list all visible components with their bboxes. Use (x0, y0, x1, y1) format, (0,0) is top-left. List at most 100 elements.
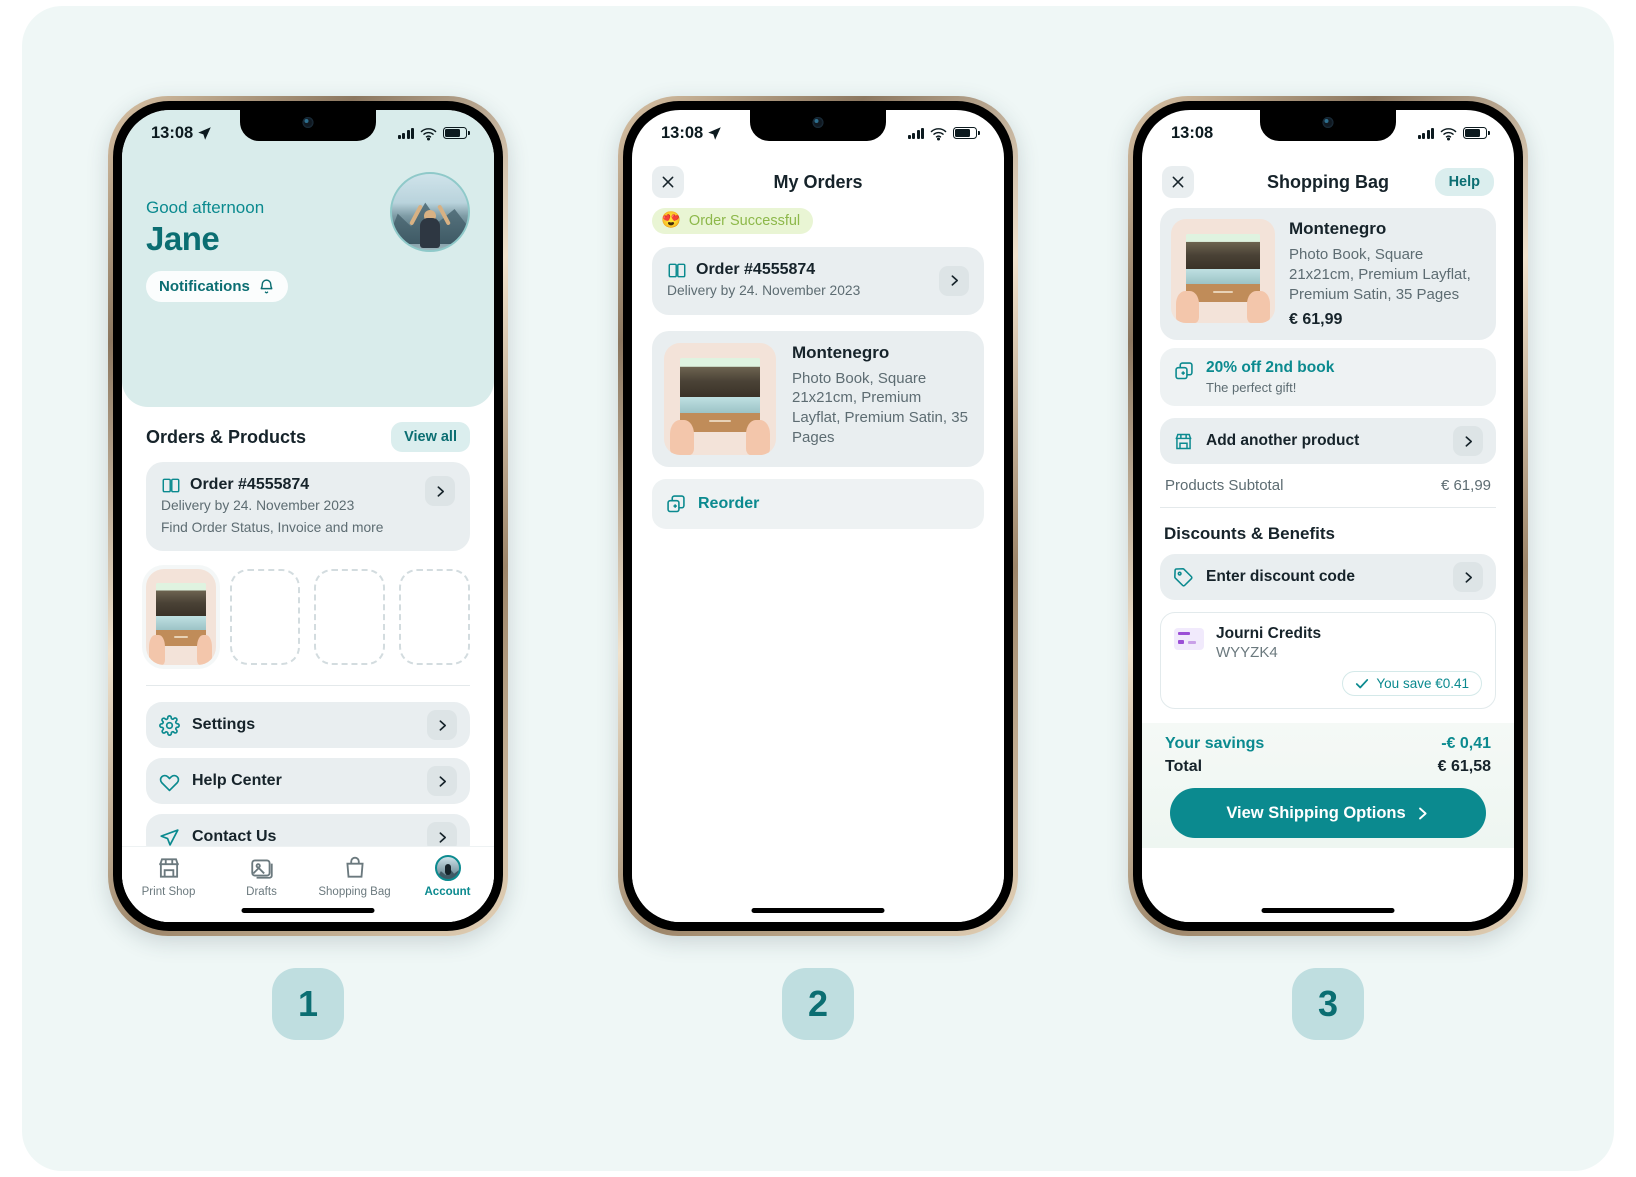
menu-item-settings[interactable]: Settings (146, 702, 470, 749)
chevron-right-icon[interactable] (1453, 426, 1483, 457)
promo-text: 20% off 2nd book The perfect gift! (1206, 359, 1334, 395)
total-label: Total (1165, 758, 1203, 776)
photo-book-thumbnail[interactable] (146, 569, 216, 666)
book-icon (162, 478, 180, 492)
bag-product-card[interactable]: Montenegro Photo Book, Square 21x21cm, P… (1160, 208, 1496, 341)
help-button[interactable]: Help (1434, 168, 1494, 196)
battery-icon (443, 127, 470, 139)
chevron-right-icon[interactable] (939, 265, 969, 296)
close-icon (662, 176, 674, 188)
check-icon (1356, 678, 1369, 689)
notch (750, 110, 886, 141)
promo-banner[interactable]: 20% off 2nd book The perfect gift! (1160, 348, 1496, 407)
orders-section-header: Orders & Products View all (122, 407, 494, 462)
hands-graphic (146, 627, 216, 666)
reorder-button[interactable]: Reorder (652, 478, 984, 529)
status-badge: 😍 Order Successful (652, 208, 814, 234)
wifi-icon (420, 127, 437, 141)
tab-print-shop[interactable]: Print Shop (122, 855, 215, 898)
chevron-right-icon[interactable] (1453, 562, 1483, 593)
wifi-icon (930, 127, 947, 141)
order-number: Order #4555874 (696, 261, 816, 278)
cover-photo-top (155, 582, 206, 616)
chevron-right-icon[interactable] (427, 766, 457, 797)
enter-discount-code-row[interactable]: Enter discount code (1160, 554, 1496, 601)
menu-item-help-center[interactable]: Help Center (146, 758, 470, 805)
promo-title: 20% off 2nd book (1206, 359, 1335, 377)
product-name: Montenegro (1289, 219, 1387, 238)
view-all-button[interactable]: View all (391, 422, 470, 452)
empty-slot[interactable] (399, 569, 471, 666)
status-right (1417, 126, 1490, 141)
notifications-button[interactable]: Notifications (146, 271, 288, 302)
chevron-right-icon (1418, 807, 1427, 820)
product-text: Montenegro Photo Book, Square 21x21cm, P… (792, 343, 972, 448)
book-icon (668, 263, 686, 277)
hand-left (149, 635, 165, 666)
notifications-label: Notifications (159, 278, 250, 295)
copy-plus-icon (667, 494, 685, 512)
phone-3-shopping-bag-screen: Shopping Bag Help Montenegro Photo Book,… (1128, 96, 1528, 936)
add-another-product-row[interactable]: Add another product (1160, 418, 1496, 465)
product-description: Photo Book, Square 21x21cm, Premium Layf… (1289, 246, 1471, 303)
close-button[interactable] (652, 166, 684, 198)
photo-book-thumbnail (664, 342, 776, 455)
send-icon (160, 828, 179, 846)
battery-icon (1463, 127, 1490, 139)
heart-icon (159, 774, 180, 792)
notch (1260, 110, 1396, 141)
tag-icon (1174, 567, 1193, 587)
status-badge-label: Order Successful (688, 213, 801, 229)
page-title: My Orders (773, 171, 863, 192)
order-card[interactable]: Order #4555874 Delivery by 24. November … (652, 247, 984, 315)
clock: 13:08 (661, 123, 704, 142)
front-camera (302, 117, 314, 128)
hand-right (196, 635, 213, 666)
signal-icon (1417, 127, 1434, 139)
screen-2: My Orders 😍 Order Successful Order #4555… (632, 110, 1004, 922)
account-content: Orders & Products View all Order #455587… (122, 407, 494, 922)
signal-icon (907, 127, 924, 139)
chevron-right-icon[interactable] (425, 476, 455, 506)
empty-slot[interactable] (229, 569, 301, 666)
empty-slot[interactable] (314, 569, 386, 666)
tab-label: Drafts (246, 886, 277, 898)
product-description: Photo Book, Square 21x21cm, Premium Layf… (792, 369, 968, 447)
subtotal-label: Products Subtotal (1165, 477, 1284, 495)
tab-shopping-bag[interactable]: Shopping Bag (308, 855, 401, 898)
bag-icon (345, 856, 364, 878)
credits-header: Journi Credits WYYZK4 (1174, 625, 1482, 661)
discounts-section-title: Discounts & Benefits (1164, 524, 1335, 544)
front-camera (1322, 117, 1334, 128)
avatar[interactable] (390, 172, 470, 252)
order-text: Order #4555874 Delivery by 24. November … (161, 476, 425, 537)
order-card[interactable]: Order #4555874 Delivery by 24. November … (146, 462, 470, 552)
tab-account[interactable]: Account (401, 855, 494, 898)
cta-label: View Shipping Options (1226, 803, 1406, 822)
journi-credits-card[interactable]: Journi Credits WYYZK4 You save €0.41 (1160, 612, 1496, 710)
phone-bezel: Good afternoon Jane Notifications Orders… (113, 101, 503, 931)
close-button[interactable] (1162, 166, 1194, 198)
tab-drafts[interactable]: Drafts (215, 855, 308, 898)
phone-1-account-screen: Good afternoon Jane Notifications Orders… (108, 96, 508, 936)
order-delivery: Delivery by 24. November 2023 (161, 498, 355, 513)
voucher-icon (1174, 628, 1204, 651)
screen-3: Shopping Bag Help Montenegro Photo Book,… (1142, 110, 1514, 922)
hand-right (1246, 290, 1270, 323)
hand-right (745, 419, 771, 455)
view-shipping-options-button[interactable]: View Shipping Options (1170, 788, 1486, 839)
totals-block: Your savings -€ 0,41 Total € 61,58 View … (1142, 723, 1514, 849)
products-subtotal-row: Products Subtotal € 61,99 (1160, 464, 1496, 507)
product-card[interactable]: Montenegro Photo Book, Square 21x21cm, P… (652, 330, 984, 467)
status-left: 13:08 (661, 124, 722, 143)
hand-left (669, 419, 695, 455)
avatar-icon-person (444, 864, 451, 876)
orders-content: 😍 Order Successful Order #4555874 Delive… (632, 208, 1004, 922)
status-right (907, 126, 980, 141)
phones-container: Good afternoon Jane Notifications Orders… (22, 6, 1614, 1171)
home-indicator (241, 908, 375, 913)
page-background: Good afternoon Jane Notifications Orders… (22, 6, 1614, 1171)
chevron-right-icon[interactable] (427, 710, 457, 741)
product-thumbnails (122, 551, 494, 666)
credits-text: Journi Credits WYYZK4 (1216, 625, 1321, 661)
